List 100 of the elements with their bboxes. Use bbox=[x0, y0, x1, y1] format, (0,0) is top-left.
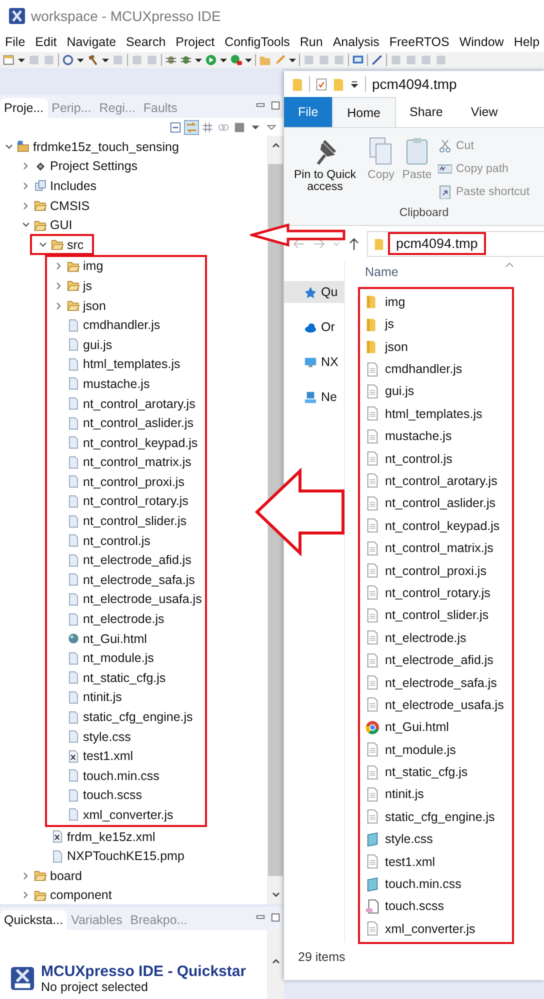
toolbar-icon[interactable] bbox=[352, 54, 364, 66]
pin-button[interactable]: Pin to Quick access bbox=[290, 136, 360, 207]
file-item[interactable]: json bbox=[385, 340, 408, 354]
dropdown-caret-icon[interactable] bbox=[289, 56, 296, 64]
maximize-icon[interactable] bbox=[271, 101, 280, 110]
ribbon-tab[interactable]: Share bbox=[396, 97, 457, 127]
tree-item[interactable]: nt_control_matrix.js bbox=[83, 455, 192, 470]
dropdown-caret-icon[interactable] bbox=[245, 56, 252, 64]
tree-item[interactable]: nt_control.js bbox=[83, 534, 150, 548]
tree-item[interactable]: style.css bbox=[83, 730, 131, 744]
file-item[interactable]: js bbox=[385, 317, 394, 332]
menu-item[interactable]: File bbox=[5, 35, 26, 49]
file-item[interactable]: style.css bbox=[385, 832, 433, 846]
tree-item[interactable]: test1.xml bbox=[83, 749, 134, 764]
ribbon-tab[interactable]: Home bbox=[332, 97, 396, 127]
tree-item[interactable]: nt_electrode_afid.js bbox=[83, 553, 192, 568]
tree-item[interactable]: board bbox=[50, 868, 82, 883]
file-item[interactable]: nt_control.js bbox=[385, 452, 452, 466]
tree-item[interactable]: nt_module.js bbox=[83, 651, 154, 666]
toolbar-icon[interactable] bbox=[371, 54, 383, 66]
file-item[interactable]: html_templates.js bbox=[385, 406, 482, 421]
file-item[interactable]: nt_control_slider.js bbox=[385, 608, 489, 622]
file-item[interactable]: img bbox=[385, 294, 406, 309]
file-item[interactable]: nt_module.js bbox=[385, 742, 456, 757]
file-item[interactable]: nt_electrode_afid.js bbox=[385, 653, 494, 668]
tree-item[interactable]: mustache.js bbox=[83, 376, 150, 391]
tree-item[interactable]: frdm_ke15z.xml bbox=[67, 830, 156, 844]
tree-item[interactable]: js bbox=[83, 278, 92, 293]
navigation-item[interactable]: NX bbox=[284, 351, 344, 373]
dropdown-caret-icon[interactable] bbox=[77, 56, 84, 64]
file-item[interactable]: nt_control_matrix.js bbox=[385, 541, 494, 556]
tree-item[interactable]: ntinit.js bbox=[83, 690, 122, 704]
dropdown-caret-icon[interactable] bbox=[102, 56, 109, 64]
menu-item[interactable]: Help bbox=[514, 35, 540, 49]
tree-item[interactable]: Project Settings bbox=[50, 159, 138, 174]
file-item[interactable]: xml_converter.js bbox=[385, 922, 476, 936]
file-item[interactable]: nt_control_rotary.js bbox=[385, 586, 490, 600]
tree-item[interactable]: nt_control_proxi.js bbox=[83, 474, 184, 489]
tree-item[interactable]: CMSIS bbox=[50, 198, 90, 213]
tree-item[interactable]: nt_electrode_usafa.js bbox=[83, 592, 202, 606]
dropdown-caret-icon[interactable] bbox=[195, 56, 202, 64]
file-item[interactable]: nt_electrode.js bbox=[385, 630, 466, 645]
file-item[interactable]: nt_control_proxi.js bbox=[385, 564, 486, 578]
panel-tab[interactable]: Quicksta... bbox=[0, 910, 68, 930]
menu-item[interactable]: Project bbox=[176, 35, 215, 49]
stop-icon[interactable] bbox=[233, 120, 246, 134]
minimize-icon[interactable] bbox=[256, 913, 265, 922]
address-field[interactable]: pcm4094.tmp bbox=[367, 230, 544, 256]
file-item[interactable]: nt_control_aslider.js bbox=[385, 496, 496, 510]
tree-item[interactable]: static_cfg_engine.js bbox=[83, 710, 193, 724]
bug-icon[interactable] bbox=[165, 54, 177, 66]
tree-item[interactable]: nt_control_slider.js bbox=[83, 514, 187, 528]
tree-item[interactable]: component bbox=[50, 888, 112, 902]
navigation-item[interactable]: Qu bbox=[284, 281, 344, 303]
tree-item[interactable]: NXPTouchKE15.pmp bbox=[67, 849, 184, 864]
menu-item[interactable]: Window bbox=[459, 35, 504, 49]
panel-tab[interactable]: Proje... bbox=[0, 98, 48, 118]
menu-item[interactable]: Edit bbox=[35, 35, 57, 49]
menu-item[interactable]: Run bbox=[300, 35, 323, 49]
scrollbar[interactable] bbox=[267, 930, 284, 999]
file-item[interactable]: static_cfg_engine.js bbox=[385, 810, 495, 824]
file-item[interactable]: nt_electrode_usafa.js bbox=[385, 698, 504, 712]
navigation-item[interactable]: Ne bbox=[284, 386, 344, 408]
menu-item[interactable]: Navigate bbox=[66, 35, 116, 49]
tree-item[interactable]: Includes bbox=[50, 178, 97, 193]
file-menu-button[interactable]: File bbox=[284, 97, 332, 127]
tree-item[interactable]: nt_electrode_safa.js bbox=[83, 572, 195, 587]
navigation-item[interactable]: Or bbox=[284, 316, 344, 338]
tree-item[interactable]: touch.min.css bbox=[83, 768, 160, 783]
customize-caret-icon[interactable] bbox=[350, 80, 359, 88]
menu-item[interactable]: Analysis bbox=[332, 35, 380, 49]
tree-item[interactable]: nt_control_rotary.js bbox=[83, 494, 188, 508]
tree-item[interactable]: touch.scss bbox=[83, 788, 142, 802]
file-item[interactable]: test1.xml bbox=[385, 854, 436, 869]
file-item[interactable]: touch.scss bbox=[385, 899, 444, 914]
file-item[interactable]: cmdhandler.js bbox=[385, 362, 462, 376]
file-item[interactable]: mustache.js bbox=[385, 429, 452, 444]
menu-item[interactable]: ConfigTools bbox=[224, 35, 290, 49]
file-item[interactable]: touch.min.css bbox=[385, 877, 462, 892]
tree-item[interactable]: nt_control_aslider.js bbox=[83, 416, 194, 430]
tree-item[interactable]: img bbox=[83, 259, 104, 274]
tree-item[interactable]: GUI bbox=[50, 218, 72, 232]
up-icon[interactable] bbox=[347, 236, 361, 250]
tree-item[interactable]: nt_control_arotary.js bbox=[83, 396, 196, 411]
ribbon-tab[interactable]: View bbox=[456, 97, 512, 127]
minimize-icon[interactable] bbox=[256, 101, 265, 110]
tree-item[interactable]: cmdhandler.js bbox=[83, 318, 160, 332]
tree-item[interactable]: nt_Gui.html bbox=[83, 632, 147, 646]
hammer-icon[interactable] bbox=[87, 54, 99, 66]
properties-icon[interactable] bbox=[316, 76, 327, 92]
gear-icon[interactable] bbox=[62, 54, 74, 66]
toolbar-icon[interactable] bbox=[230, 54, 242, 66]
dropdown-caret-icon[interactable] bbox=[220, 56, 227, 64]
tree-item[interactable]: frdmke15z_touch_sensing bbox=[33, 140, 179, 154]
tree-item[interactable]: xml_converter.js bbox=[83, 808, 174, 822]
file-item[interactable]: nt_Gui.html bbox=[385, 720, 449, 734]
file-item[interactable]: ntinit.js bbox=[385, 787, 424, 802]
bug-icon[interactable] bbox=[180, 54, 192, 66]
collapse-all-icon[interactable] bbox=[169, 120, 182, 134]
tree-item[interactable]: nt_control_keypad.js bbox=[83, 436, 198, 450]
